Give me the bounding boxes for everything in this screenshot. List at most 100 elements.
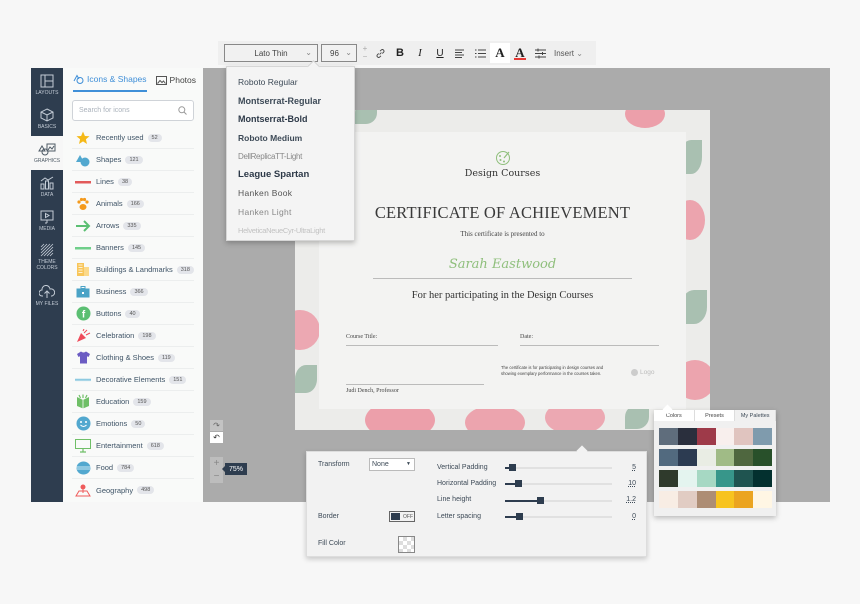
letter-spacing-value[interactable]: 0 [632, 513, 636, 520]
color-swatch[interactable] [677, 428, 697, 445]
color-swatch[interactable] [696, 428, 716, 445]
color-swatch[interactable] [734, 470, 754, 487]
redo-button[interactable]: ↷ [210, 420, 223, 431]
color-swatch[interactable] [753, 470, 772, 487]
recipient-name[interactable]: Sarah Eastwood [319, 257, 686, 272]
spacing-button[interactable] [530, 43, 550, 63]
color-swatch[interactable] [715, 470, 735, 487]
vertical-padding-slider[interactable] [505, 464, 612, 471]
rail-item-theme-colors[interactable]: THEME COLORS [31, 238, 63, 276]
category-item[interactable]: Arrows 335 [72, 215, 194, 237]
rail-item-media[interactable]: MEDIA [31, 204, 63, 238]
slider-knob[interactable] [515, 513, 523, 520]
rail-item-basics[interactable]: BASICS [31, 102, 63, 136]
color-swatch[interactable] [659, 449, 678, 466]
font-option[interactable]: Montserrat-Bold [227, 110, 354, 129]
font-option[interactable]: HelveticaNeueCyr-UltraLight [227, 221, 354, 240]
tab-presets[interactable]: Presets [694, 410, 736, 421]
rail-item-layouts[interactable]: LAYOUTS [31, 68, 63, 102]
color-swatch[interactable] [753, 491, 772, 508]
fill-color-swatch[interactable] [398, 536, 415, 553]
color-swatch[interactable] [715, 428, 735, 445]
signer-name[interactable]: Judi Dench, Professor [346, 388, 399, 394]
category-item[interactable]: Shapes 121 [72, 149, 194, 171]
category-item[interactable]: Recently used 52 [72, 127, 194, 149]
color-swatch[interactable] [659, 491, 678, 508]
vertical-padding-value[interactable]: 5 [632, 464, 636, 471]
tab-colors[interactable]: Colors [654, 410, 695, 421]
slider-knob[interactable] [514, 480, 522, 487]
italic-button[interactable]: I [410, 43, 430, 63]
category-item[interactable]: Decorative Elements 151 [72, 369, 194, 391]
color-swatch[interactable] [677, 449, 697, 466]
category-item[interactable]: Entertainment 618 [72, 435, 194, 457]
text-color-button[interactable]: A [510, 43, 530, 63]
font-option[interactable]: League Spartan [227, 166, 354, 185]
highlight-button[interactable]: A [490, 43, 510, 63]
horizontal-padding-slider[interactable] [505, 480, 612, 487]
color-swatch[interactable] [696, 449, 716, 466]
slider-knob[interactable] [537, 497, 545, 504]
color-swatch[interactable] [677, 470, 697, 487]
color-swatch[interactable] [734, 428, 754, 445]
category-item[interactable]: Clothing & Shoes 119 [72, 347, 194, 369]
undo-button[interactable]: ↶ [210, 432, 223, 443]
logo-placeholder[interactable]: Logo [631, 369, 654, 376]
course-title-label[interactable]: Course Title: [346, 334, 377, 340]
color-swatch[interactable] [715, 449, 735, 466]
color-swatch[interactable] [734, 491, 754, 508]
font-size-select[interactable]: 96 ⌄ [321, 44, 357, 62]
decrease-size-icon[interactable]: − [360, 53, 370, 61]
link-button[interactable] [370, 43, 390, 63]
category-item[interactable]: Animals 166 [72, 193, 194, 215]
date-label[interactable]: Date: [520, 334, 533, 340]
line-height-slider[interactable] [505, 497, 612, 504]
font-option[interactable]: Hanken Light [227, 203, 354, 222]
border-toggle[interactable]: OFF [389, 511, 415, 522]
color-swatch[interactable] [696, 470, 716, 487]
tab-icons-shapes[interactable]: Icons & Shapes [73, 68, 147, 92]
align-button[interactable] [450, 43, 470, 63]
color-swatch[interactable] [734, 449, 754, 466]
certificate-subtitle[interactable]: This certificate is presented to [319, 230, 686, 238]
rail-item-graphics[interactable]: GRAPHICS [31, 136, 63, 170]
tab-my-palettes[interactable]: My Palettes [735, 410, 777, 421]
color-swatch[interactable] [659, 428, 678, 445]
font-option[interactable]: DellReplicaTT-Light [227, 147, 354, 166]
category-item[interactable]: Celebration 198 [72, 325, 194, 347]
category-item[interactable]: f Buttons 40 [72, 303, 194, 325]
font-option[interactable]: Roboto Medium [227, 129, 354, 148]
slider-knob[interactable] [509, 464, 517, 471]
category-item[interactable]: Food 784 [72, 457, 194, 479]
color-swatch[interactable] [677, 491, 697, 508]
color-swatch[interactable] [715, 491, 735, 508]
bold-button[interactable]: B [390, 43, 410, 63]
list-button[interactable] [470, 43, 490, 63]
font-size-stepper[interactable]: + − [360, 45, 370, 61]
certificate-org[interactable]: Design Courses [319, 168, 686, 179]
color-swatch[interactable] [659, 470, 678, 487]
line-height-value[interactable]: 1.2 [626, 496, 636, 503]
icon-search-input[interactable]: Search for icons [72, 100, 194, 121]
certificate-for-text[interactable]: For her participating in the Design Cour… [319, 290, 686, 301]
category-item[interactable]: Education 159 [72, 391, 194, 413]
font-option[interactable]: Hanken Book [227, 184, 354, 203]
transform-select[interactable]: None ▼ [369, 458, 415, 471]
rail-item-data[interactable]: DATA [31, 170, 63, 204]
color-swatch[interactable] [753, 428, 772, 445]
color-swatch[interactable] [753, 449, 772, 466]
font-option[interactable]: Montserrat-Regular [227, 92, 354, 111]
category-item[interactable]: Emotions 50 [72, 413, 194, 435]
category-item[interactable]: Banners 145 [72, 237, 194, 259]
category-item[interactable]: Geography 498 [72, 479, 194, 501]
certificate-note[interactable]: The certificate is for participating in … [501, 365, 616, 377]
category-item[interactable]: Business 366 [72, 281, 194, 303]
font-option[interactable]: Roboto Regular [227, 73, 354, 92]
font-family-select[interactable]: Lato Thin ⌄ [224, 44, 318, 62]
horizontal-padding-value[interactable]: 10 [628, 480, 636, 487]
category-item[interactable]: Buildings & Landmarks 318 [72, 259, 194, 281]
tab-photos[interactable]: Photos [155, 68, 196, 92]
category-item[interactable]: Lines 38 [72, 171, 194, 193]
certificate-page[interactable]: Design Courses CERTIFICATE OF ACHIEVEMEN… [295, 110, 710, 430]
letter-spacing-slider[interactable] [505, 513, 612, 520]
